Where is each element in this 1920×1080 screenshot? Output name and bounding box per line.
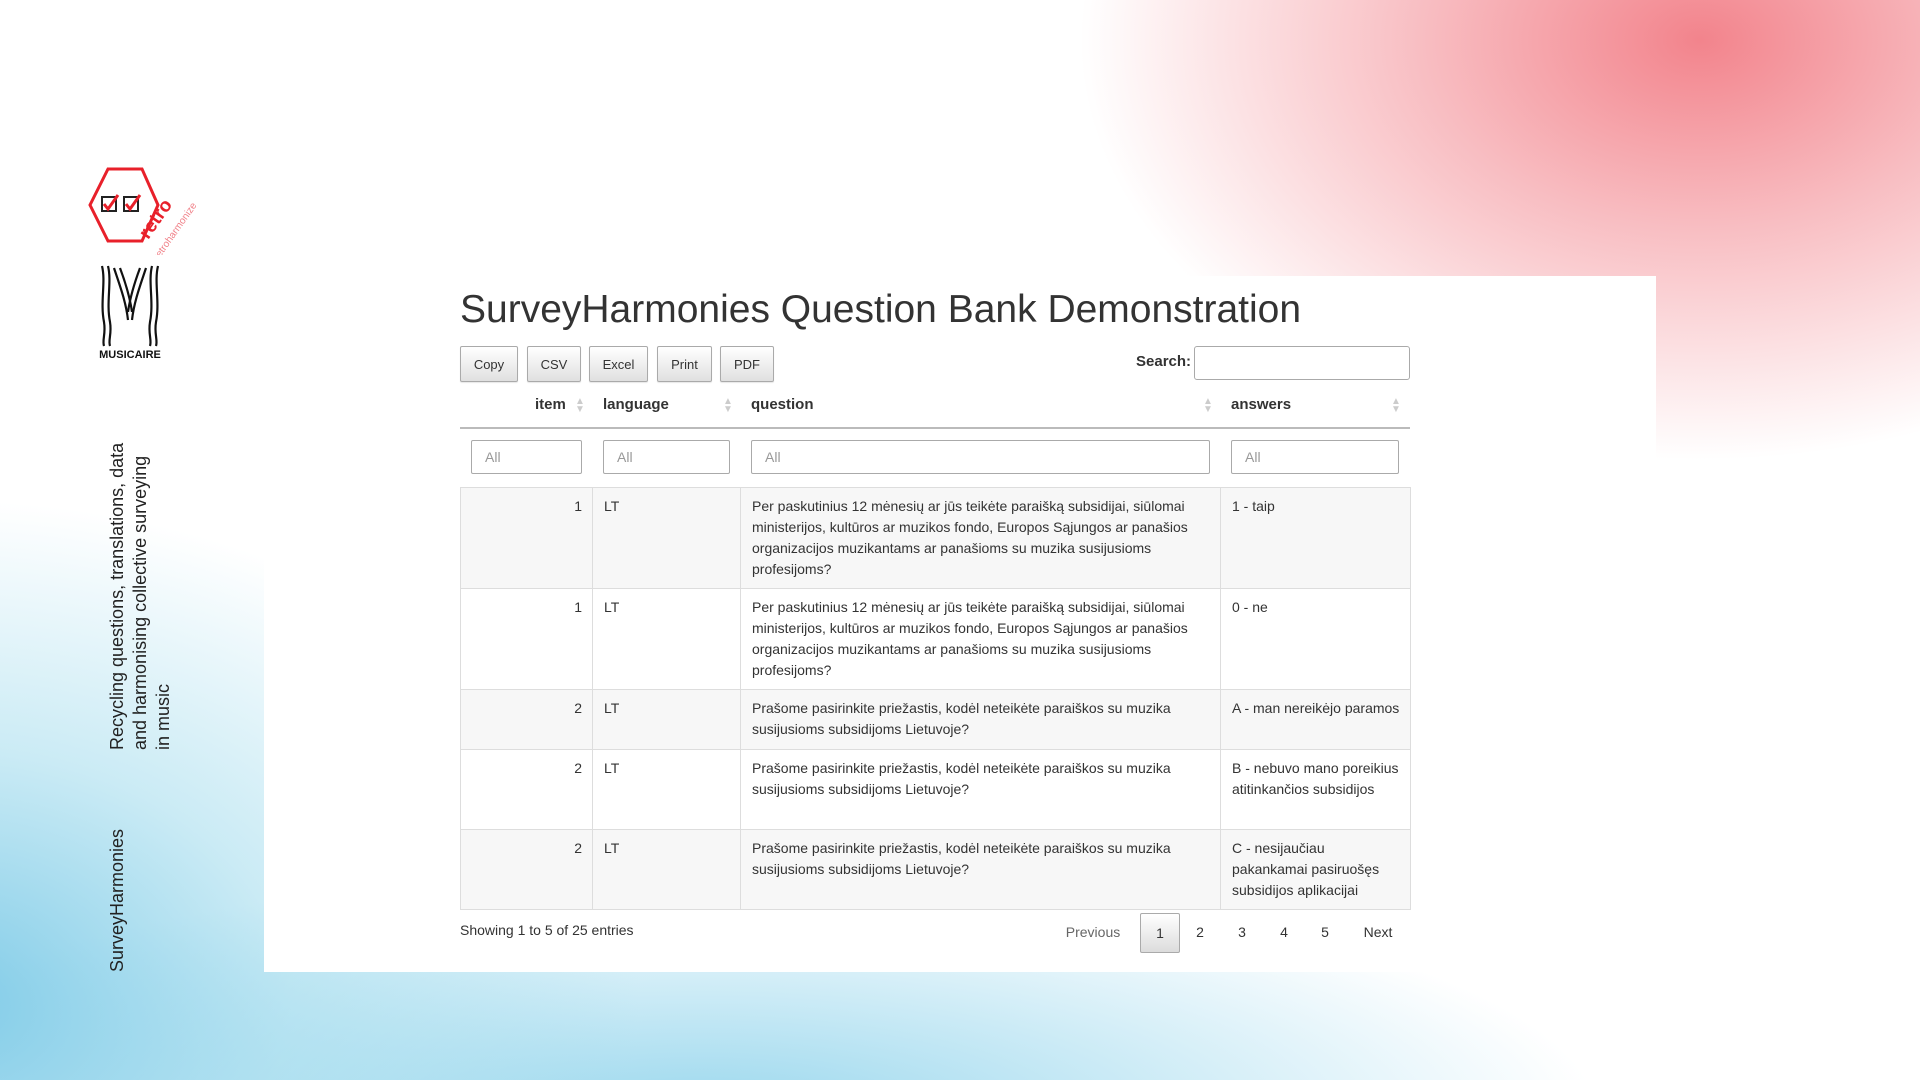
cell-question: Per paskutinius 12 mėnesių ar jūs teikėt… (740, 588, 1221, 690)
header-item[interactable]: item (535, 396, 566, 413)
sort-icon[interactable]: ▲ ▼ (723, 397, 733, 415)
search-input[interactable] (1194, 346, 1410, 380)
cell-item: 2 (460, 829, 593, 910)
header-question[interactable]: question (751, 396, 814, 413)
filter-question-input[interactable]: All (751, 440, 1210, 474)
table-row: 2 LT Prašome pasirinkite priežastis, kod… (460, 829, 1411, 910)
filter-answers-input[interactable]: All (1231, 440, 1399, 474)
page-title: SurveyHarmonies Question Bank Demonstrat… (460, 288, 1302, 331)
sort-icon[interactable]: ▲ ▼ (575, 397, 585, 415)
sort-icon[interactable]: ▲ ▼ (1203, 397, 1213, 415)
table-row: 1 LT Per paskutinius 12 mėnesių ar jūs t… (460, 487, 1411, 589)
next-page-button[interactable]: Next (1350, 913, 1406, 951)
tagline-line-2: and harmonising collective surveying (130, 455, 150, 750)
filter-language-input[interactable]: All (603, 440, 730, 474)
header-divider (460, 427, 1410, 429)
cell-answers: 0 - ne (1220, 588, 1411, 690)
tagline: Recycling questions, translations, data … (106, 410, 175, 750)
page-3-button[interactable]: 3 (1223, 913, 1261, 951)
print-button[interactable]: Print (657, 346, 712, 382)
copy-button[interactable]: Copy (460, 346, 518, 382)
cell-language: LT (592, 749, 741, 830)
page-1-button[interactable]: 1 (1140, 913, 1180, 953)
search-label: Search: (1136, 353, 1192, 370)
table-row: 2 LT Prašome pasirinkite priežastis, kod… (460, 689, 1411, 750)
cell-language: LT (592, 689, 741, 750)
musicaire-logo: MUSICAIRE (99, 265, 161, 361)
cell-item: 2 (460, 749, 593, 830)
question-table: 1 LT Per paskutinius 12 mėnesių ar jūs t… (460, 487, 1411, 910)
csv-button[interactable]: CSV (527, 346, 581, 382)
cell-item: 1 (460, 487, 593, 589)
musicaire-text: MUSICAIRE (99, 349, 161, 361)
tagline-line-3: in music (153, 683, 173, 750)
sidebar: retro retroharmonize MUSICAIRE Recycling… (0, 0, 264, 1080)
retroharmonize-logo: retro retroharmonize (88, 167, 200, 255)
cell-answers: B - nebuvo mano poreikius atitinkančios … (1220, 749, 1411, 830)
cell-language: LT (592, 829, 741, 910)
cell-item: 1 (460, 588, 593, 690)
cell-answers: A - man nereikėjo paramos (1220, 689, 1411, 750)
cell-answers: C - nesijaučiau pakankamai pasiruošęs su… (1220, 829, 1411, 910)
excel-button[interactable]: Excel (589, 346, 648, 382)
cell-item: 2 (460, 689, 593, 750)
pdf-button[interactable]: PDF (720, 346, 774, 382)
cell-question: Prašome pasirinkite priežastis, kodėl ne… (740, 829, 1221, 910)
table-row: 1 LT Per paskutinius 12 mėnesių ar jūs t… (460, 588, 1411, 690)
header-answers[interactable]: answers (1231, 396, 1291, 413)
cell-question: Prašome pasirinkite priežastis, kodėl ne… (740, 689, 1221, 750)
sort-icon[interactable]: ▲ ▼ (1391, 397, 1401, 415)
cell-answers: 1 - taip (1220, 487, 1411, 589)
brand-name: SurveyHarmonies (107, 828, 127, 972)
previous-page-button[interactable]: Previous (1058, 913, 1128, 951)
page-2-button[interactable]: 2 (1181, 913, 1219, 951)
cell-language: LT (592, 588, 741, 690)
tagline-line-1: Recycling questions, translations, data (107, 442, 127, 750)
table-info: Showing 1 to 5 of 25 entries (460, 922, 634, 938)
cell-question: Prašome pasirinkite priežastis, kodėl ne… (740, 749, 1221, 830)
page-5-button[interactable]: 5 (1306, 913, 1344, 951)
page-4-button[interactable]: 4 (1265, 913, 1303, 951)
filter-item-input[interactable]: All (471, 440, 582, 474)
table-row: 2 LT Prašome pasirinkite priežastis, kod… (460, 749, 1411, 830)
header-language[interactable]: language (603, 396, 669, 413)
cell-question: Per paskutinius 12 mėnesių ar jūs teikėt… (740, 487, 1221, 589)
cell-language: LT (592, 487, 741, 589)
